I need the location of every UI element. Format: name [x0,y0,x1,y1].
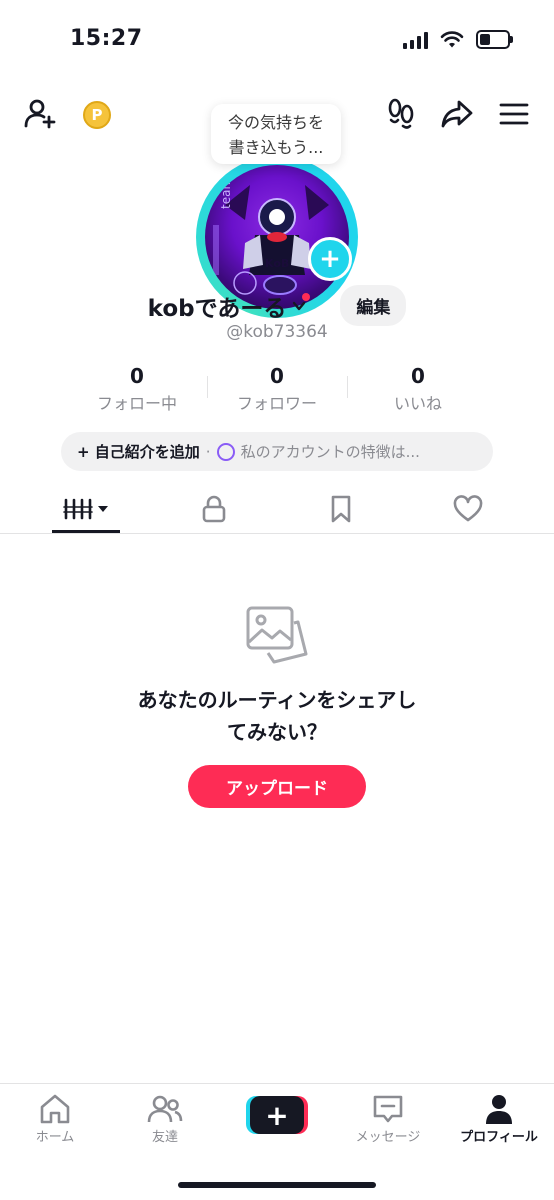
nav-friends[interactable]: 友達 [110,1092,220,1145]
stat-value: 0 [130,364,144,388]
add-bio-label: + 自己紹介を追加 [77,443,200,461]
nav-messages[interactable]: メッセージ [333,1092,443,1145]
message-icon [373,1095,403,1123]
nav-label: 友達 [151,1130,178,1145]
create-plus-icon[interactable]: + [246,1096,308,1134]
status-time: 15:27 [70,26,143,51]
status-icons [403,30,513,49]
photos-icon [244,604,310,672]
add-bio-button[interactable]: + 自己紹介を追加 · 私のアカウントの特徴は... [61,432,493,471]
tabs-divider [0,533,554,534]
nav-profile[interactable]: プロフィール [444,1092,554,1145]
stat-value: 0 [270,364,284,388]
stat-label: フォロワー [236,394,317,413]
cellular-signal-icon [403,31,428,49]
name-row: kobであーる 編集 [0,285,554,326]
avatar-text-kob: KoB [265,257,290,270]
stat-followers[interactable]: 0 フォロワー [202,364,352,414]
nav-label: ホーム [35,1130,75,1145]
mood-bubble-line: 今の気持ちを [227,113,324,132]
empty-state-title: あなたのルーティンをシェアし てみない？ [0,684,554,748]
edit-profile-button[interactable]: 編集 [340,285,407,326]
stat-value: 0 [411,364,425,388]
avatar-add-button[interactable]: + [308,237,352,281]
lock-icon [202,495,226,523]
wifi-icon [440,30,464,47]
home-indicator [178,1182,376,1188]
footprint-icon[interactable] [383,96,419,132]
tab-private[interactable] [145,486,283,532]
bio-separator: · [205,442,211,461]
hamburger-menu-icon[interactable] [496,96,532,132]
stat-likes[interactable]: 0 いいね [343,364,493,414]
username[interactable]: kobであーる [148,289,287,323]
grid-bars-icon [63,498,108,520]
smile-icon [216,442,235,461]
profile-icon [486,1095,512,1124]
friends-icon [147,1095,183,1123]
bio-placeholder: 私のアカウントの特徴は... [240,443,420,461]
mood-bubble-line: 書き込もう... [228,138,324,157]
tab-saved[interactable] [272,486,410,532]
stat-following[interactable]: 0 フォロー中 [62,364,212,414]
coin-icon[interactable]: P [83,101,111,129]
stat-label: いいね [393,394,442,413]
bottom-nav-divider [0,1083,554,1084]
tab-videos[interactable] [17,486,155,532]
upload-button[interactable]: アップロード [188,765,366,808]
tab-liked[interactable] [399,486,537,532]
heart-icon [453,495,483,522]
nav-label: メッセージ [355,1130,421,1145]
chevron-down-icon[interactable] [292,299,306,313]
mood-bubble[interactable]: 今の気持ちを 書き込もう... [211,104,341,164]
user-handle: @kob73364 [226,322,328,342]
avatar-text-team: team [219,177,233,209]
battery-icon [476,30,513,49]
add-user-icon[interactable] [22,96,58,132]
share-icon[interactable] [439,96,475,132]
notification-dot [302,292,311,301]
stat-label: フォロー中 [96,394,177,413]
home-icon [40,1094,70,1124]
empty-state-line: てみない？ [227,720,327,744]
bookmark-icon [331,495,351,523]
nav-label: プロフィール [460,1130,538,1145]
empty-state-line: あなたのルーティンをシェアし [137,688,417,712]
nav-home[interactable]: ホーム [0,1092,110,1145]
